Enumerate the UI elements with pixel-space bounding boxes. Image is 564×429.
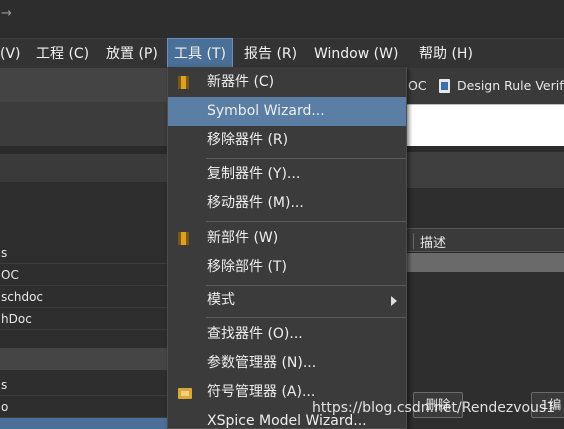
menu-item-remove-part[interactable]: 移除部件 (T) — [168, 253, 406, 282]
menu-item-label: 复制器件 (Y)... — [207, 166, 301, 182]
menu-tools[interactable]: 工具 (T) — [167, 38, 233, 69]
menu-item-label: 移除部件 (T) — [207, 259, 287, 275]
list-item[interactable]: schdoc — [0, 286, 168, 308]
menu-item-label: Symbol Wizard... — [207, 103, 325, 119]
menu-item-parameter-manager[interactable]: 参数管理器 (N)... — [168, 349, 406, 378]
component-chip-icon — [178, 76, 189, 89]
menu-project[interactable]: 工程 (C) — [30, 39, 95, 69]
list-item[interactable]: OC — [0, 264, 168, 286]
left-divider — [0, 146, 168, 154]
menu-reports[interactable]: 报告 (R) — [238, 39, 303, 69]
selected-list-item[interactable] — [0, 418, 168, 429]
menu-item-label: 移除器件 (R) — [207, 132, 289, 148]
left-panel-list: s OC schdoc hDoc s o — [0, 182, 168, 429]
document-icon — [439, 79, 450, 93]
component-chip-icon — [178, 232, 189, 245]
folder-icon — [178, 388, 192, 399]
table-body — [405, 272, 564, 392]
list-group-header — [0, 348, 168, 370]
document-tabs: OC Design Rule Verifi — [405, 68, 564, 104]
title-bar: → — [0, 0, 564, 38]
menu-item-move-component[interactable]: 移动器件 (M)... — [168, 189, 406, 218]
menu-view[interactable]: (V) — [0, 39, 27, 69]
menu-item-new-part[interactable]: 新部件 (W) — [168, 224, 406, 253]
menu-separator — [206, 158, 406, 159]
left-panel-header — [0, 102, 168, 146]
menu-bar: (V) 工程 (C) 放置 (P) 工具 (T) 报告 (R) Window (… — [0, 38, 564, 69]
doc-tab-design-rule[interactable]: Design Rule Verifi — [457, 78, 564, 93]
submenu-arrow-icon — [391, 296, 397, 306]
list-item[interactable]: s — [0, 374, 168, 396]
table-header: 描述 — [405, 228, 564, 252]
tools-dropdown-menu: 新器件 (C) Symbol Wizard... 移除器件 (R) 复制器件 (… — [167, 67, 407, 429]
menu-separator — [206, 221, 406, 222]
menu-item-label: 参数管理器 (N)... — [207, 355, 317, 371]
left-toolbar — [0, 68, 168, 102]
menu-item-label: 查找器件 (O)... — [207, 326, 303, 342]
list-item[interactable]: hDoc — [0, 308, 168, 330]
menu-item-remove-component[interactable]: 移除器件 (R) — [168, 126, 406, 155]
list-item[interactable]: o — [0, 396, 168, 418]
right-panel-title — [405, 152, 564, 188]
menu-separator — [206, 317, 406, 318]
column-divider — [413, 233, 414, 249]
list-item[interactable]: s — [0, 242, 168, 264]
menu-item-label: 符号管理器 (A)... — [207, 384, 316, 400]
column-description[interactable]: 描述 — [420, 232, 446, 251]
doc-tab[interactable]: OC — [408, 78, 427, 93]
menu-window[interactable]: Window (W) — [308, 39, 404, 69]
menu-item-find-component[interactable]: 查找器件 (O)... — [168, 320, 406, 349]
menu-item-label: 新器件 (C) — [207, 74, 275, 90]
menu-item-new-component[interactable]: 新器件 (C) — [168, 68, 406, 97]
arrow-icon: → — [1, 6, 12, 21]
menu-item-copy-component[interactable]: 复制器件 (Y)... — [168, 160, 406, 189]
watermark-text: https://blog.csdn.net/Rendezvous1 — [312, 400, 556, 416]
right-panel-toolbar — [405, 188, 564, 228]
menu-help[interactable]: 帮助 (H) — [413, 39, 479, 69]
menu-item-label: 新部件 (W) — [207, 230, 279, 246]
menu-item-label: 模式 — [207, 292, 235, 308]
left-panel-title — [0, 154, 168, 182]
menu-place[interactable]: 放置 (P) — [100, 39, 164, 69]
menu-item-label: 移动器件 (M)... — [207, 195, 304, 211]
editor-area — [405, 104, 564, 146]
menu-item-symbol-wizard[interactable]: Symbol Wizard... — [168, 97, 406, 126]
table-row-selected[interactable] — [405, 253, 564, 272]
menu-item-mode[interactable]: 模式 — [168, 286, 406, 315]
